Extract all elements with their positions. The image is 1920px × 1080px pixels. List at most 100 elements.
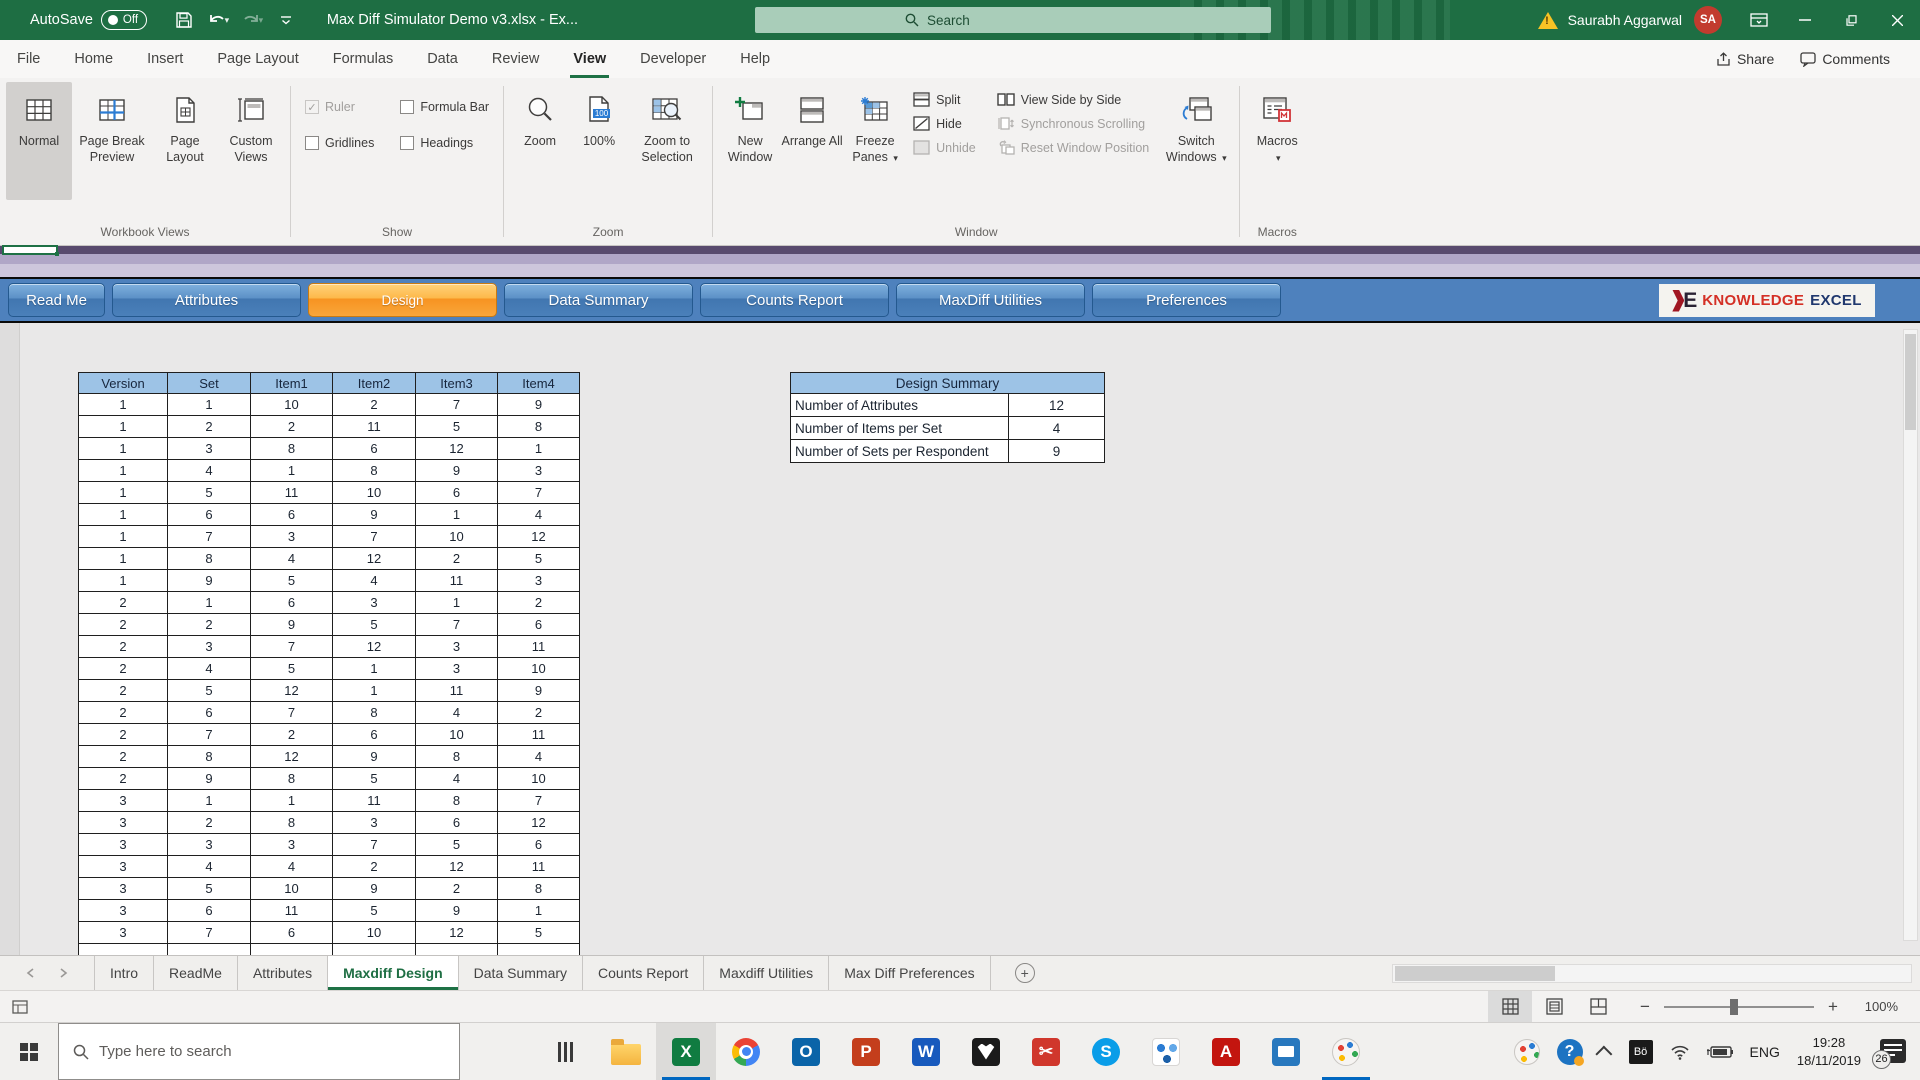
excel-icon[interactable]: X: [656, 1023, 716, 1080]
design-cell[interactable]: 1: [498, 900, 580, 922]
game-icon[interactable]: [956, 1023, 1016, 1080]
design-cell[interactable]: 12: [251, 680, 333, 702]
design-cell[interactable]: 12: [333, 548, 416, 570]
ribbon-tab-data[interactable]: Data: [410, 40, 475, 78]
zoom-slider[interactable]: [1664, 1006, 1814, 1008]
design-cell[interactable]: 2: [168, 812, 251, 834]
design-cell[interactable]: 11: [498, 724, 580, 746]
nav-button-attributes[interactable]: Attributes: [112, 283, 301, 317]
design-cell[interactable]: 5: [333, 900, 416, 922]
language-indicator[interactable]: ENG: [1750, 1044, 1780, 1060]
acrobat-icon[interactable]: A: [1196, 1023, 1256, 1080]
design-cell[interactable]: 2: [168, 614, 251, 636]
ribbon-tab-formulas[interactable]: Formulas: [316, 40, 410, 78]
ribbon-tab-page-layout[interactable]: Page Layout: [200, 40, 315, 78]
design-cell[interactable]: [168, 944, 251, 956]
design-cell[interactable]: 11: [416, 680, 498, 702]
task-view-icon[interactable]: [540, 1023, 590, 1080]
vertical-scrollbar-thumb[interactable]: [1905, 334, 1916, 430]
sheet-tab-attributes[interactable]: Attributes: [238, 956, 328, 990]
design-cell[interactable]: 2: [333, 856, 416, 878]
design-cell[interactable]: 12: [251, 746, 333, 768]
new-sheet-button[interactable]: +: [1015, 963, 1035, 983]
design-cell[interactable]: 3: [498, 460, 580, 482]
design-cell[interactable]: 1: [79, 416, 168, 438]
ribbon-tab-help[interactable]: Help: [723, 40, 787, 78]
design-cell[interactable]: 11: [498, 856, 580, 878]
gridlines-checkbox[interactable]: Gridlines: [305, 136, 374, 150]
design-cell[interactable]: 3: [79, 922, 168, 944]
design-cell[interactable]: 11: [333, 416, 416, 438]
status-page-layout-button[interactable]: [1532, 991, 1576, 1023]
design-cell[interactable]: 3: [251, 526, 333, 548]
design-cell[interactable]: 6: [251, 592, 333, 614]
design-cell[interactable]: 6: [333, 724, 416, 746]
design-cell[interactable]: 7: [168, 724, 251, 746]
sheet-tab-intro[interactable]: Intro: [94, 956, 154, 990]
design-header-version[interactable]: Version: [79, 373, 168, 394]
custom-views-button[interactable]: Custom Views: [218, 82, 284, 200]
design-cell[interactable]: 1: [79, 548, 168, 570]
design-cell[interactable]: 1: [79, 504, 168, 526]
hide-button[interactable]: Hide: [913, 116, 976, 131]
design-cell[interactable]: 1: [416, 504, 498, 526]
design-cell[interactable]: 8: [251, 768, 333, 790]
summary-value[interactable]: 12: [1009, 394, 1105, 417]
design-cell[interactable]: 10: [333, 482, 416, 504]
sheet-tab-readme[interactable]: ReadMe: [154, 956, 238, 990]
design-cell[interactable]: 6: [168, 900, 251, 922]
design-cell[interactable]: 2: [79, 636, 168, 658]
nav-button-counts-report[interactable]: Counts Report: [700, 283, 889, 317]
design-cell[interactable]: 8: [416, 746, 498, 768]
sheet-tab-maxdiff-utilities[interactable]: Maxdiff Utilities: [704, 956, 829, 990]
design-cell[interactable]: 10: [251, 878, 333, 900]
design-cell[interactable]: 3: [79, 812, 168, 834]
design-cell[interactable]: 9: [416, 460, 498, 482]
design-cell[interactable]: 1: [416, 592, 498, 614]
design-cell[interactable]: 1: [168, 790, 251, 812]
molecule-app-icon[interactable]: [1136, 1023, 1196, 1080]
design-cell[interactable]: 3: [333, 812, 416, 834]
design-cell[interactable]: 4: [498, 504, 580, 526]
skype-icon[interactable]: S: [1076, 1023, 1136, 1080]
zoom-out-button[interactable]: −: [1638, 997, 1652, 1017]
design-cell[interactable]: 9: [333, 878, 416, 900]
design-cell[interactable]: 10: [498, 768, 580, 790]
design-cell[interactable]: 1: [251, 790, 333, 812]
summary-value[interactable]: 9: [1009, 440, 1105, 463]
share-button[interactable]: Share: [1716, 51, 1774, 67]
macros-button[interactable]: Macros▾: [1246, 82, 1308, 200]
search-input[interactable]: Search: [755, 7, 1271, 33]
minimize-button[interactable]: [1782, 0, 1828, 40]
design-cell[interactable]: 8: [333, 702, 416, 724]
design-cell[interactable]: 2: [79, 658, 168, 680]
design-cell[interactable]: 12: [498, 812, 580, 834]
nav-button-design[interactable]: Design: [308, 283, 497, 317]
design-cell[interactable]: 7: [251, 636, 333, 658]
design-cell[interactable]: 2: [79, 724, 168, 746]
design-cell[interactable]: 9: [416, 900, 498, 922]
paint-tray-icon[interactable]: [1514, 1039, 1540, 1065]
design-cell[interactable]: 1: [168, 592, 251, 614]
start-button[interactable]: [0, 1023, 58, 1080]
battery-icon[interactable]: [1707, 1045, 1733, 1059]
design-cell[interactable]: 12: [333, 636, 416, 658]
design-cell[interactable]: 5: [416, 834, 498, 856]
design-cell[interactable]: 11: [498, 636, 580, 658]
nav-button-preferences[interactable]: Preferences: [1092, 283, 1281, 317]
design-cell[interactable]: 2: [333, 394, 416, 416]
powerpoint-icon[interactable]: P: [836, 1023, 896, 1080]
design-cell[interactable]: 5: [168, 680, 251, 702]
design-cell[interactable]: 12: [498, 526, 580, 548]
headings-checkbox[interactable]: Headings: [400, 136, 489, 150]
design-cell[interactable]: 5: [251, 570, 333, 592]
design-cell[interactable]: 1: [79, 570, 168, 592]
snip-app-icon[interactable]: [1256, 1023, 1316, 1080]
design-cell[interactable]: 1: [79, 526, 168, 548]
user-name[interactable]: Saurabh Aggarwal: [1568, 12, 1682, 28]
design-cell[interactable]: 1: [79, 438, 168, 460]
design-cell[interactable]: 9: [333, 746, 416, 768]
view-side-by-side-button[interactable]: View Side by Side: [997, 92, 1150, 107]
warning-icon[interactable]: [1538, 12, 1558, 29]
active-cell[interactable]: [2, 245, 58, 255]
